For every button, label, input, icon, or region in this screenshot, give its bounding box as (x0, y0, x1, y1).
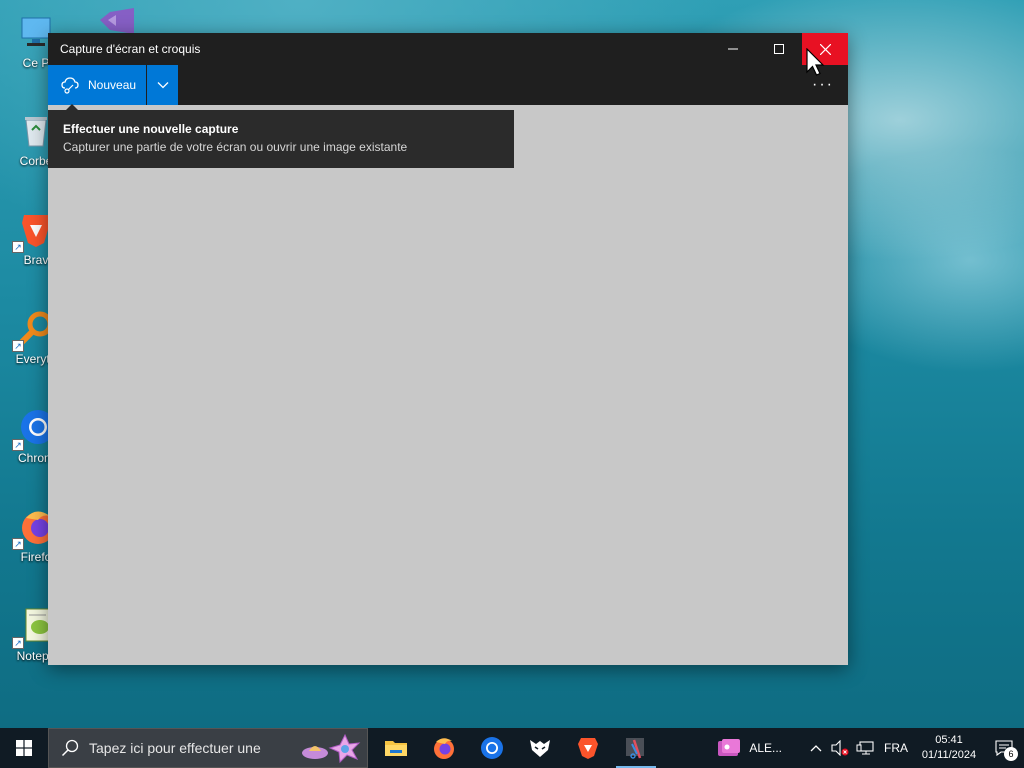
taskbar-wolf-app[interactable] (516, 728, 564, 768)
notification-app[interactable]: ALE... (717, 738, 782, 758)
volume-button[interactable] (828, 740, 852, 756)
mouse-cursor-icon (806, 48, 825, 76)
system-tray: ALE... FRA 05:41 01/11/2024 6 (717, 728, 1024, 768)
snip-sketch-icon (626, 738, 644, 759)
alert-app-icon (718, 739, 741, 756)
new-capture-button[interactable]: Nouveau (48, 65, 146, 105)
tooltip-description: Capturer une partie de votre écran ou ou… (63, 140, 408, 154)
taskbar: Tapez ici pour effectuer une ALE... FRA … (0, 728, 1024, 768)
shortcut-arrow-icon: ↗ (12, 637, 24, 649)
clock-date: 01/11/2024 (921, 749, 977, 761)
action-center-button[interactable]: 6 (984, 728, 1024, 768)
desktop-icon-label: Ce P (22, 56, 50, 70)
language-indicator[interactable]: FRA (878, 741, 914, 755)
wolf-app-icon (530, 740, 550, 757)
toolbar: Nouveau ··· (48, 65, 848, 105)
search-highlight-icon (302, 733, 361, 764)
taskbar-search[interactable]: Tapez ici pour effectuer une (48, 728, 368, 768)
minimize-button[interactable] (710, 33, 756, 65)
volume-muted-icon (831, 740, 849, 756)
chevron-up-icon (810, 745, 822, 752)
network-icon (856, 741, 874, 755)
tooltip-title: Effectuer une nouvelle capture (63, 122, 239, 136)
search-placeholder: Tapez ici pour effectuer une (89, 740, 261, 756)
clock-time: 05:41 (935, 734, 963, 746)
desktop-icon-label: Firefo (20, 550, 52, 564)
shortcut-arrow-icon: ↗ (12, 340, 24, 352)
chrome-icon (481, 737, 503, 759)
taskbar-brave[interactable] (564, 728, 612, 768)
minimize-icon (728, 48, 738, 50)
canvas-area (48, 105, 848, 665)
shortcut-arrow-icon: ↗ (12, 538, 24, 550)
maximize-button[interactable] (756, 33, 802, 65)
notification-count-badge: 6 (1004, 747, 1018, 761)
firefox-icon (434, 738, 454, 759)
brave-icon (578, 738, 598, 759)
new-capture-dropdown[interactable] (146, 65, 178, 105)
show-hidden-icons-button[interactable] (804, 744, 828, 752)
file-explorer-icon (385, 741, 407, 756)
network-button[interactable] (852, 740, 878, 756)
clock[interactable]: 05:41 01/11/2024 (914, 733, 984, 763)
taskbar-firefox[interactable] (420, 728, 468, 768)
chevron-down-icon (157, 82, 168, 89)
new-capture-tooltip: Effectuer une nouvelle capture Capturer … (48, 104, 514, 168)
maximize-icon (774, 44, 784, 54)
windows-logo-icon (16, 740, 32, 756)
window-title: Capture d'écran et croquis (60, 42, 201, 56)
start-button[interactable] (0, 728, 48, 768)
shortcut-arrow-icon: ↗ (12, 439, 24, 451)
taskbar-chrome[interactable] (468, 728, 516, 768)
desktop-icon-label: Brav (23, 253, 49, 267)
title-bar[interactable]: Capture d'écran et croquis (48, 33, 848, 65)
snip-icon (61, 77, 79, 94)
shortcut-arrow-icon: ↗ (12, 241, 24, 253)
taskbar-snip-sketch[interactable] (612, 728, 660, 768)
taskbar-file-explorer[interactable] (372, 728, 420, 768)
visual-studio-icon[interactable] (94, 6, 140, 34)
search-icon (61, 739, 79, 757)
new-capture-label: Nouveau (88, 78, 137, 92)
notification-app-label: ALE... (749, 741, 782, 755)
